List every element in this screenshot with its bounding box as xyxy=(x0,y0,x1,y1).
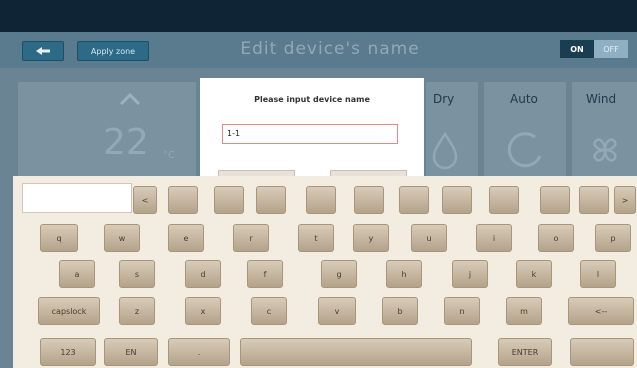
key-j[interactable]: j xyxy=(452,260,488,288)
back-arrow-icon xyxy=(36,47,50,55)
key-i[interactable]: i xyxy=(476,224,512,252)
key-n[interactable]: n xyxy=(444,297,480,325)
key-q[interactable]: q xyxy=(40,224,78,252)
back-button[interactable] xyxy=(22,41,64,61)
key-a[interactable]: a xyxy=(59,260,95,288)
key-blank[interactable] xyxy=(306,186,336,214)
key-blank[interactable] xyxy=(540,186,570,214)
key-123[interactable]: 123 xyxy=(40,338,96,366)
key-blank[interactable] xyxy=(489,186,519,214)
mode-label-auto: Auto xyxy=(510,92,538,106)
key-dot[interactable]: . xyxy=(168,338,230,366)
key-g[interactable]: g xyxy=(321,260,357,288)
key-r[interactable]: r xyxy=(233,224,269,252)
key-m[interactable]: m xyxy=(506,297,542,325)
on-off-toggle[interactable]: ON OFF xyxy=(560,40,628,58)
key-blank[interactable] xyxy=(354,186,384,214)
key-enter[interactable]: ENTER xyxy=(498,338,552,366)
key-right-arrow[interactable]: > xyxy=(614,186,636,214)
toggle-off[interactable]: OFF xyxy=(594,40,628,58)
key-blank[interactable] xyxy=(399,186,429,214)
mode-label-wind: Wind xyxy=(586,92,617,106)
key-c[interactable]: c xyxy=(251,297,287,325)
apply-zone-button[interactable]: Apply zone xyxy=(77,41,149,61)
key-p[interactable]: p xyxy=(595,224,631,252)
key-e[interactable]: e xyxy=(168,224,204,252)
key-k[interactable]: k xyxy=(516,260,552,288)
key-backspace-small[interactable]: < xyxy=(133,186,157,214)
temperature-unit: °C xyxy=(163,150,175,161)
keyboard-text-field[interactable] xyxy=(22,183,132,213)
auto-cycle-icon xyxy=(507,132,542,168)
key-blank[interactable] xyxy=(256,186,286,214)
key-b[interactable]: b xyxy=(382,297,418,325)
key-w[interactable]: w xyxy=(104,224,140,252)
key-lang[interactable]: EN xyxy=(104,338,158,366)
key-backspace[interactable]: <-- xyxy=(568,297,634,325)
key-y[interactable]: y xyxy=(353,224,389,252)
top-strip xyxy=(0,0,637,32)
key-f[interactable]: f xyxy=(247,260,283,288)
device-name-input[interactable]: 1-1 xyxy=(222,124,398,144)
key-v[interactable]: v xyxy=(318,297,356,325)
fan-icon xyxy=(593,138,617,162)
key-blank[interactable] xyxy=(570,338,634,366)
key-x[interactable]: x xyxy=(185,297,221,325)
key-h[interactable]: h xyxy=(386,260,422,288)
temperature-up-icon[interactable] xyxy=(118,92,142,106)
key-s[interactable]: s xyxy=(119,260,155,288)
dry-drop-icon xyxy=(432,131,458,170)
key-blank[interactable] xyxy=(579,186,609,214)
toggle-on[interactable]: ON xyxy=(560,40,594,58)
key-z[interactable]: z xyxy=(119,297,155,325)
temperature-value: 22 xyxy=(103,122,149,163)
key-space[interactable] xyxy=(240,338,472,366)
dialog-prompt: Please input device name xyxy=(254,95,370,104)
key-t[interactable]: t xyxy=(298,224,334,252)
key-u[interactable]: u xyxy=(411,224,447,252)
key-capslock[interactable]: capslock xyxy=(38,297,100,325)
key-blank[interactable] xyxy=(214,186,244,214)
mode-label-dry: Dry xyxy=(433,92,455,106)
key-l[interactable]: l xyxy=(580,260,616,288)
key-o[interactable]: o xyxy=(538,224,574,252)
key-blank[interactable] xyxy=(442,186,472,214)
key-blank[interactable] xyxy=(168,186,198,214)
page-title: Edit device's name xyxy=(240,39,420,59)
key-d[interactable]: d xyxy=(185,260,221,288)
